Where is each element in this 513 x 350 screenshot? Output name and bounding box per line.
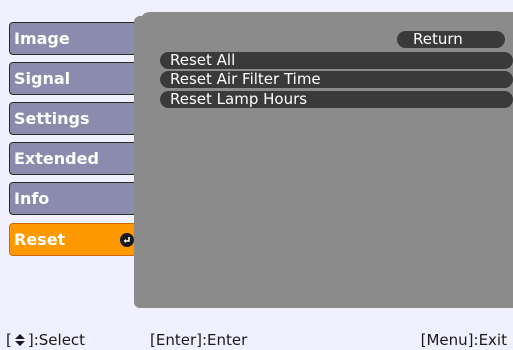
return-button[interactable]: Return — [397, 31, 505, 48]
tab-signal[interactable]: Signal — [9, 62, 140, 95]
return-label: Return — [413, 30, 463, 48]
select-label: :Select — [33, 331, 86, 349]
enter-return-icon — [120, 233, 134, 247]
tab-label: Reset — [14, 229, 66, 249]
tab-label: Extended — [14, 148, 99, 168]
menu-item-label: Reset All — [170, 51, 236, 69]
tab-image[interactable]: Image — [9, 22, 140, 55]
tab-settings[interactable]: Settings — [9, 102, 140, 135]
tab-info[interactable]: Info — [9, 182, 140, 215]
footer-hints: [ ] :Select [Enter]:Enter [Menu]:Exit — [0, 330, 513, 350]
exit-hint: [Menu]:Exit — [420, 331, 507, 349]
up-down-arrow-icon — [14, 333, 26, 347]
enter-hint: [Enter]:Enter — [150, 331, 248, 349]
menu-item-reset-all[interactable]: Reset All — [160, 52, 513, 69]
tab-label: Signal — [14, 68, 71, 88]
tab-reset[interactable]: Reset — [9, 223, 140, 256]
tab-extended[interactable]: Extended — [9, 142, 140, 175]
tab-label: Image — [14, 28, 70, 48]
menu-item-reset-air-filter-time[interactable]: Reset Air Filter Time — [160, 71, 513, 88]
tab-label: Info — [14, 188, 50, 208]
select-hint: [ ] :Select — [6, 330, 85, 350]
tab-label: Settings — [14, 108, 90, 128]
bracket-open: [ — [6, 331, 12, 349]
menu-item-label: Reset Air Filter Time — [170, 70, 321, 88]
menu-item-label: Reset Lamp Hours — [170, 90, 308, 108]
menu-item-reset-lamp-hours[interactable]: Reset Lamp Hours — [160, 91, 513, 108]
